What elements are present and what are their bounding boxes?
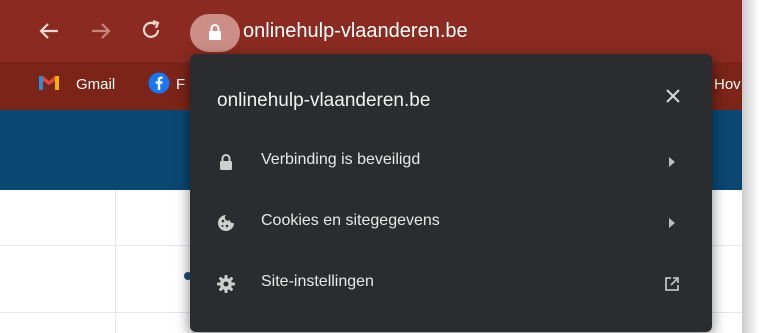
- page-divider: [115, 190, 116, 333]
- row-site-settings[interactable]: Site-instellingen: [190, 254, 712, 314]
- row-connection-secure[interactable]: Verbinding is beveiligd: [190, 132, 712, 192]
- forward-arrow-icon[interactable]: [90, 20, 112, 46]
- address-bar-url[interactable]: onlinehulp-vlaanderen.be: [243, 20, 468, 43]
- cookie-icon: [216, 213, 236, 233]
- site-info-popup: onlinehulp-vlaanderen.be Verbinding is b…: [190, 54, 712, 332]
- chevron-right-icon: [664, 215, 680, 231]
- bookmark-facebook[interactable]: F: [176, 76, 185, 93]
- gmail-icon: [38, 73, 60, 96]
- row-label: Cookies en sitegegevens: [261, 212, 440, 229]
- row-label: Site-instellingen: [261, 273, 374, 290]
- close-icon[interactable]: [664, 87, 682, 105]
- row-cookies[interactable]: Cookies en sitegegevens: [190, 193, 712, 253]
- bookmark-hov[interactable]: Hov: [714, 76, 741, 93]
- back-arrow-icon[interactable]: [38, 20, 60, 46]
- gear-icon: [216, 274, 236, 294]
- external-link-icon: [664, 276, 680, 292]
- facebook-icon: [148, 72, 170, 99]
- row-label: Verbinding is beveiligd: [261, 151, 421, 168]
- site-info-button[interactable]: [190, 14, 240, 52]
- bookmark-gmail[interactable]: Gmail: [76, 76, 115, 93]
- popup-title: onlinehulp-vlaanderen.be: [217, 90, 431, 111]
- reload-icon[interactable]: [140, 19, 162, 45]
- lock-icon: [216, 152, 236, 172]
- lock-icon: [209, 24, 221, 40]
- chevron-right-icon: [664, 154, 680, 170]
- screenshot-edge: [742, 0, 759, 333]
